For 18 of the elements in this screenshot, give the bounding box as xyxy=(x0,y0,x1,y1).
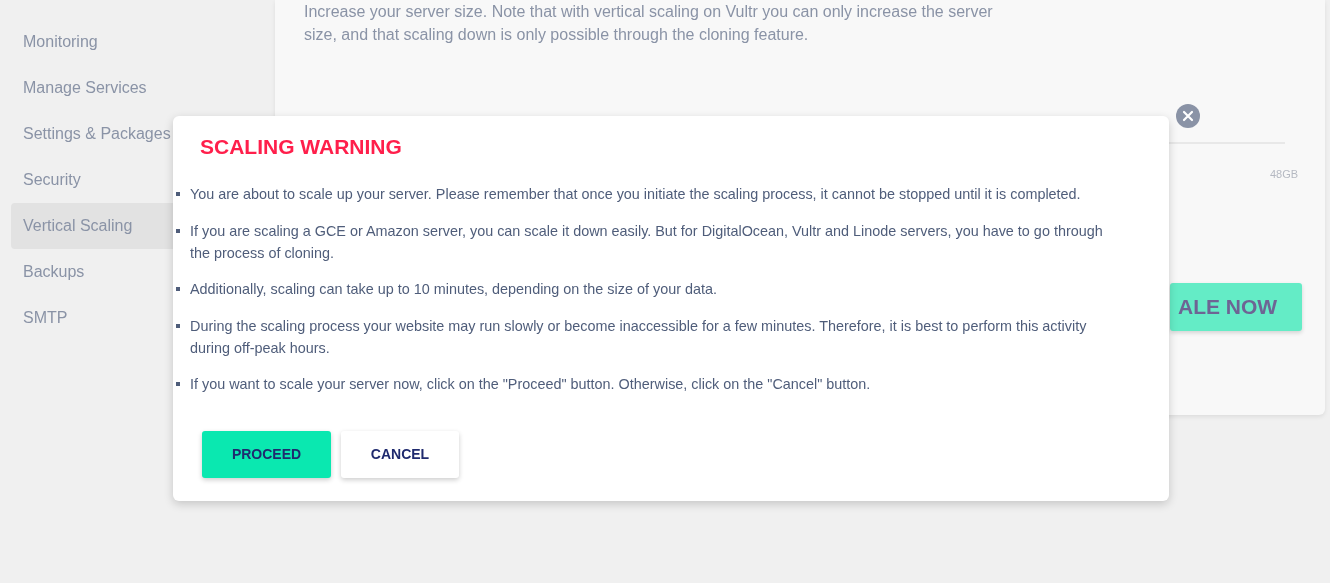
warning-item: If you want to scale your server now, click on the "Proceed" button. Otherwise, click on the "Cancel" button. xyxy=(190,375,871,395)
proceed-button[interactable]: PROCEED xyxy=(202,431,331,479)
description-text: Increase your server size. Note that with vertical scaling on Vultr you can only increase the server size, and that scaling down is only possible through the cloning feature. xyxy=(304,2,994,45)
bullet-icon xyxy=(176,287,180,292)
bullet-icon xyxy=(176,228,180,233)
warning-item: Additionally, scaling can take up to 10 minutes, depending on the size of your data. xyxy=(190,280,717,300)
dialog-title: SCALING WARNING xyxy=(200,134,403,160)
size-label: 48GB xyxy=(1270,167,1299,182)
warning-item: During the scaling process your website may run slowly or become inaccessible for a few minutes. Therefore, it is best to perform this activity during off-peak hours. xyxy=(190,316,1088,358)
close-icon[interactable] xyxy=(1176,104,1200,128)
bullet-icon xyxy=(176,382,180,387)
bullet-icon xyxy=(176,323,180,328)
scale-now-button[interactable]: ALE NOW xyxy=(1170,283,1302,331)
sidebar-item[interactable]: Manage Services xyxy=(11,65,275,111)
sidebar-item[interactable]: Monitoring xyxy=(11,19,275,65)
warning-item: You are about to scale up your server. Please remember that once you initiate the scaling process, it cannot be stopped until it is completed. xyxy=(190,185,1081,205)
cancel-button[interactable]: CANCEL xyxy=(341,431,459,479)
bullet-icon xyxy=(176,192,180,197)
